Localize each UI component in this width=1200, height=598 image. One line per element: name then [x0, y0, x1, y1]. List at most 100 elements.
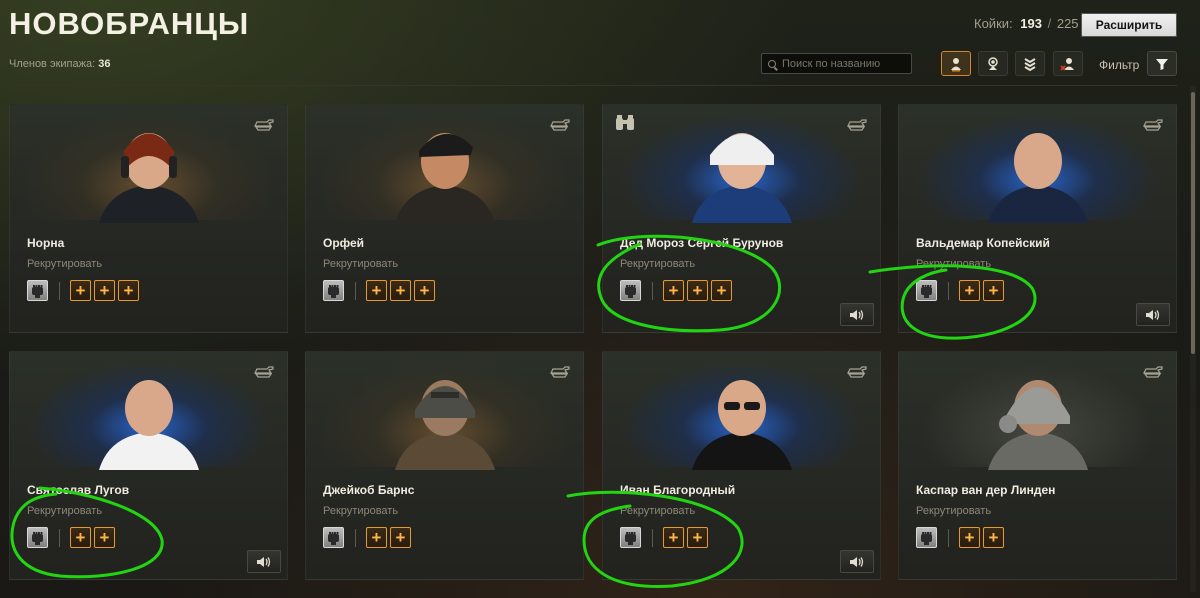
speaker-icon: [257, 556, 271, 567]
recruit-card[interactable]: Иван Благородный Рекрутировать + +: [602, 351, 881, 580]
crew-count-value: 36: [98, 58, 111, 70]
recruit-action[interactable]: Рекрутировать: [620, 258, 695, 270]
recruit-name: Норна: [27, 236, 65, 250]
rank-chevrons-icon: [1024, 57, 1036, 71]
portrait-area: [603, 105, 880, 223]
brotherhood-skill[interactable]: [323, 280, 344, 301]
filter-crew-portrait[interactable]: [978, 51, 1008, 76]
voice-button[interactable]: [840, 550, 874, 573]
brotherhood-skill[interactable]: [620, 527, 641, 548]
search-box[interactable]: [761, 53, 912, 74]
vehicle-tank-icon: [550, 366, 570, 378]
portrait-area: [10, 352, 287, 470]
expand-berths-button[interactable]: Расширить: [1081, 13, 1177, 37]
new-skill-slot[interactable]: +: [663, 527, 684, 548]
recruit-action[interactable]: Рекрутировать: [620, 505, 695, 517]
filter-label: Фильтр: [1099, 58, 1140, 72]
filter-crew-member[interactable]: [941, 51, 971, 76]
brotherhood-skill[interactable]: [916, 280, 937, 301]
new-skill-slot[interactable]: +: [687, 527, 708, 548]
recruit-card[interactable]: Святослав Лугов Рекрутировать + +: [9, 351, 288, 580]
vehicle-tank-icon: [254, 366, 274, 378]
crew-portrait: [987, 133, 1088, 223]
filter-button[interactable]: [1147, 51, 1177, 76]
new-skill-slot[interactable]: +: [118, 280, 139, 301]
crew-count-label: Членов экипажа:: [9, 58, 96, 70]
recruit-action[interactable]: Рекрутировать: [916, 505, 991, 517]
crew-portrait: [691, 380, 792, 470]
brotherhood-fist-icon: [625, 285, 636, 298]
voice-button[interactable]: [247, 550, 281, 573]
portrait-area: [10, 105, 287, 223]
brotherhood-fist-icon: [625, 532, 636, 545]
brotherhood-fist-icon: [921, 532, 932, 545]
skills-row: + +: [27, 527, 115, 548]
new-skill-slot[interactable]: +: [390, 280, 411, 301]
portrait-area: [306, 105, 583, 223]
vehicle-tank-icon: [847, 366, 867, 378]
recruit-action[interactable]: Рекрутировать: [27, 505, 102, 517]
recruit-card[interactable]: Дед Мороз Сергей Бурунов Рекрутировать +…: [602, 104, 881, 333]
crew-count: Членов экипажа: 36: [9, 58, 110, 70]
new-skill-slot[interactable]: +: [94, 280, 115, 301]
berths-separator: /: [1047, 16, 1052, 31]
recruit-name: Святослав Лугов: [27, 483, 130, 497]
brotherhood-skill[interactable]: [27, 527, 48, 548]
crew-portrait: [98, 133, 199, 223]
new-skill-slot[interactable]: +: [70, 527, 91, 548]
new-skill-slot[interactable]: +: [94, 527, 115, 548]
brotherhood-skill[interactable]: [620, 280, 641, 301]
skills-row: + +: [620, 527, 708, 548]
portrait-area: [603, 352, 880, 470]
vehicle-tank-icon: [1143, 119, 1163, 131]
new-skill-slot[interactable]: +: [390, 527, 411, 548]
skills-divider: [652, 281, 653, 300]
berths-current: 193: [1020, 16, 1042, 31]
new-skill-slot[interactable]: +: [983, 527, 1004, 548]
crew-portrait: [394, 133, 495, 223]
new-skill-slot[interactable]: +: [366, 280, 387, 301]
crew-portrait: [987, 380, 1088, 470]
new-skill-slot[interactable]: +: [711, 280, 732, 301]
brotherhood-skill[interactable]: [27, 280, 48, 301]
filter-dismissed[interactable]: [1053, 51, 1083, 76]
recruit-card[interactable]: Вальдемар Копейский Рекрутировать + +: [898, 104, 1177, 333]
new-skill-slot[interactable]: +: [959, 280, 980, 301]
filter-rank[interactable]: [1015, 51, 1045, 76]
recruit-card[interactable]: Норна Рекрутировать + + +: [9, 104, 288, 333]
skills-divider: [948, 281, 949, 300]
new-skill-slot[interactable]: +: [70, 280, 91, 301]
recruit-action[interactable]: Рекрутировать: [323, 505, 398, 517]
recruit-action[interactable]: Рекрутировать: [27, 258, 102, 270]
search-input[interactable]: [782, 57, 902, 70]
skills-row: + +: [323, 527, 411, 548]
dismissed-crew-icon: [1060, 57, 1074, 71]
recruit-action[interactable]: Рекрутировать: [323, 258, 398, 270]
skills-divider: [948, 528, 949, 547]
new-skill-slot[interactable]: +: [687, 280, 708, 301]
new-skill-slot[interactable]: +: [983, 280, 1004, 301]
recruit-card[interactable]: Каспар ван дер Линден Рекрутировать + +: [898, 351, 1177, 580]
new-skill-slot[interactable]: +: [959, 527, 980, 548]
portrait-area: [306, 352, 583, 470]
new-skill-slot[interactable]: +: [414, 280, 435, 301]
new-skill-slot[interactable]: +: [663, 280, 684, 301]
recruit-card[interactable]: Джейкоб Барнс Рекрутировать + +: [305, 351, 584, 580]
recruit-action[interactable]: Рекрутировать: [916, 258, 991, 270]
brotherhood-fist-icon: [921, 285, 932, 298]
skills-divider: [355, 528, 356, 547]
berths-label: Койки:: [974, 16, 1013, 31]
skills-divider: [59, 528, 60, 547]
recruit-card[interactable]: Орфей Рекрутировать + + +: [305, 104, 584, 333]
recruit-name: Дед Мороз Сергей Бурунов: [620, 236, 784, 250]
funnel-icon: [1156, 58, 1168, 70]
new-skill-slot[interactable]: +: [366, 527, 387, 548]
brotherhood-skill[interactable]: [916, 527, 937, 548]
brotherhood-fist-icon: [32, 532, 43, 545]
brotherhood-skill[interactable]: [323, 527, 344, 548]
crew-portrait-icon: [988, 56, 998, 70]
voice-button[interactable]: [840, 303, 874, 326]
voice-button[interactable]: [1136, 303, 1170, 326]
scrollbar-thumb[interactable]: [1191, 92, 1195, 354]
vehicle-tank-icon: [847, 119, 867, 131]
